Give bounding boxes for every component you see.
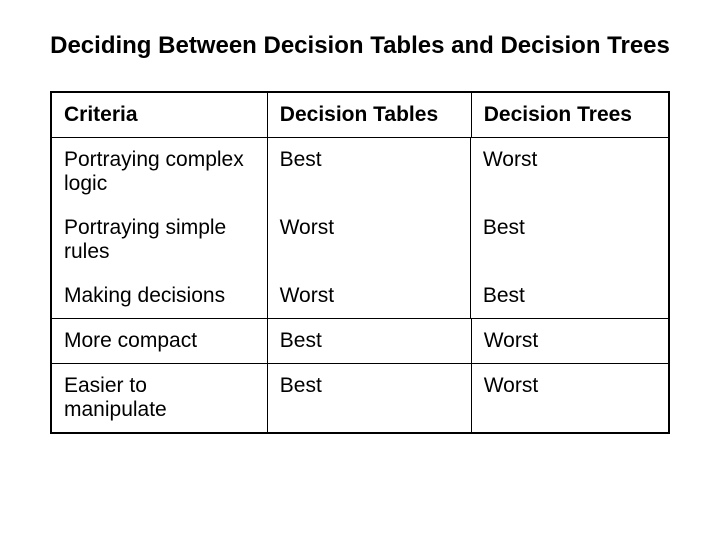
cell-trees: Best	[471, 274, 668, 318]
cell-criteria: Portraying simple rules	[52, 206, 268, 274]
table-row: Making decisions Worst Best	[52, 274, 668, 318]
cell-tables: Best	[268, 138, 471, 206]
header-row: Criteria Decision Tables Decision Trees	[51, 92, 669, 138]
cell-trees: Worst	[471, 319, 669, 364]
cell-criteria: Easier to manipulate	[51, 364, 267, 434]
cell-tables: Best	[267, 364, 471, 434]
table-row: Easier to manipulate Best Worst	[51, 364, 669, 434]
comparison-table: Criteria Decision Tables Decision Trees …	[50, 91, 670, 434]
cell-tables: Best	[267, 319, 471, 364]
table-row: Portraying complex logic Best Worst	[52, 138, 668, 206]
cell-criteria: Portraying complex logic	[52, 138, 268, 206]
cell-criteria: Making decisions	[52, 274, 268, 318]
cell-trees: Worst	[471, 138, 668, 206]
grouped-rows: Portraying complex logic Best Worst Port…	[51, 138, 669, 319]
cell-trees: Worst	[471, 364, 669, 434]
cell-tables: Worst	[268, 274, 471, 318]
cell-trees: Best	[471, 206, 668, 274]
header-trees: Decision Trees	[471, 92, 669, 138]
cell-criteria: More compact	[51, 319, 267, 364]
table-row: Portraying simple rules Worst Best	[52, 206, 668, 274]
cell-tables: Worst	[268, 206, 471, 274]
header-criteria: Criteria	[51, 92, 267, 138]
header-tables: Decision Tables	[267, 92, 471, 138]
page-title: Deciding Between Decision Tables and Dec…	[50, 30, 670, 61]
table-row: More compact Best Worst	[51, 319, 669, 364]
